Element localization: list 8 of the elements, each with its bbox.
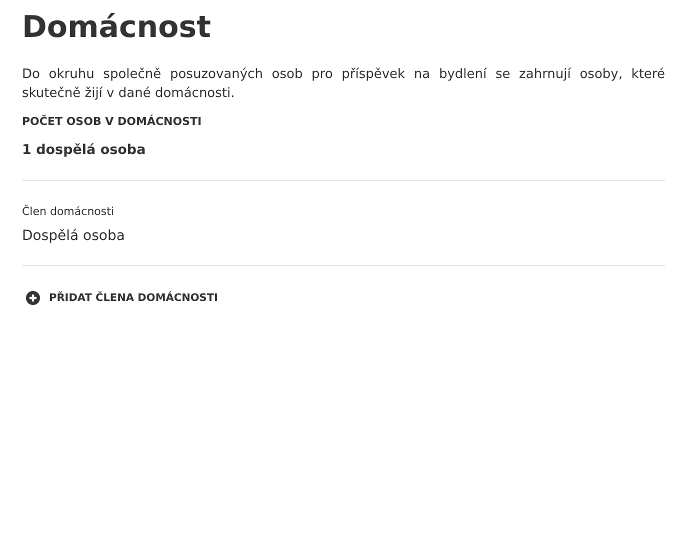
- description: Do okruhu společně posuzovaných osob pro příspěvek na bydlení se zahrnují osoby, které skutečně žijí v dané domácnosti.: [22, 66, 665, 103]
- page-title: Domácnost: [22, 10, 212, 45]
- add-icon: [26, 291, 40, 305]
- member-label: Člen domácnosti: [22, 205, 115, 218]
- add-member-button[interactable]: PŘIDAT ČLENA DOMÁCNOSTI: [22, 291, 218, 305]
- count-value: 1 dospělá osoba: [22, 142, 147, 158]
- member-value: Dospělá osoba: [22, 228, 126, 244]
- count-label: POČET OSOB V DOMÁCNOSTI: [22, 115, 203, 128]
